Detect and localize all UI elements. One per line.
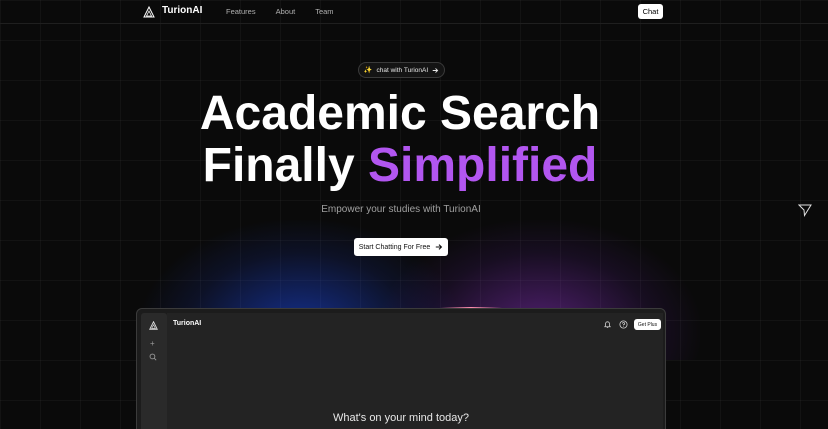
triangle-logo-icon[interactable] (143, 6, 155, 18)
cta-label: Start Chatting For Free (358, 243, 431, 251)
sparkle-icon: ✨ (363, 67, 373, 74)
pill-label: chat with TurionAI (376, 66, 429, 74)
bell-icon (604, 321, 611, 329)
preview-prompt: What's on your mind today? (332, 412, 469, 424)
navbar: TurionAI Features About Team Chat (0, 0, 828, 24)
nav-links: Features About Team (226, 7, 354, 16)
headline-line-2: Finally Simplified (0, 140, 800, 192)
nav-link-features[interactable]: Features (226, 7, 256, 16)
preview-brand: TurionAI (173, 320, 202, 327)
get-plus-button: Get Plus (634, 319, 661, 330)
hero-subtitle: Empower your studies with TurionAI (321, 204, 481, 215)
nav-link-about[interactable]: About (276, 7, 296, 16)
plus-icon: + (150, 339, 155, 348)
start-chatting-button[interactable]: Start Chatting For Free (354, 238, 448, 256)
arrow-right-icon (436, 244, 443, 250)
nav-link-team[interactable]: Team (315, 7, 333, 16)
app-preview: + TurionAI Get Plus (136, 308, 666, 429)
cursor-arrow-icon (798, 204, 812, 217)
search-icon (149, 353, 157, 361)
brand-name[interactable]: TurionAI (162, 5, 202, 16)
headline-plain: Finally (202, 139, 355, 192)
help-icon (619, 320, 628, 329)
chat-pill-button[interactable]: ✨ chat with TurionAI (358, 62, 445, 78)
arrow-right-icon (432, 67, 439, 73)
triangle-logo-icon (149, 321, 158, 330)
headline-line-1: Academic Search (199, 87, 601, 140)
headline-accent: Simplified (368, 139, 598, 192)
chat-button[interactable]: Chat (638, 4, 663, 19)
